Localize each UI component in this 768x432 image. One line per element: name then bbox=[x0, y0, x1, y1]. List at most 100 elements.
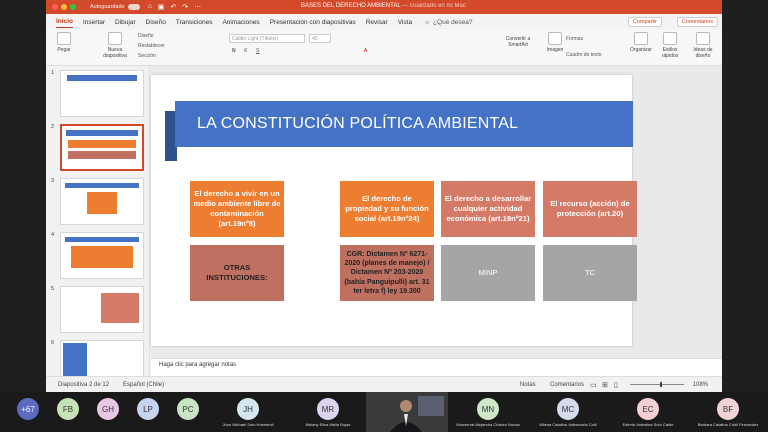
home-icon[interactable]: ⌂ bbox=[148, 3, 152, 11]
notes-field[interactable]: Haga clic para agregar notas bbox=[151, 358, 722, 376]
convert-smartart-button[interactable]: Convertir a SmartArt bbox=[496, 36, 540, 48]
autosave-toggle[interactable]: Autoguardado bbox=[90, 4, 140, 10]
lightbulb-icon: ☼ bbox=[424, 18, 431, 26]
reset-button[interactable]: Restablecer bbox=[138, 43, 165, 49]
tab-vista[interactable]: Vista bbox=[398, 17, 412, 28]
minp-box[interactable]: MINP bbox=[441, 245, 535, 301]
language[interactable]: Español (Chile) bbox=[123, 382, 164, 388]
design-ideas-button[interactable]: Ideas de diseño bbox=[688, 32, 718, 59]
slide-thumbnail-2[interactable] bbox=[60, 124, 144, 171]
comments-toggle[interactable]: Comentarios bbox=[550, 382, 584, 388]
clipboard-icon bbox=[57, 32, 71, 45]
save-icon[interactable]: ▣ bbox=[158, 3, 165, 11]
font-name-select[interactable]: Calibri Light (Títulos) bbox=[229, 34, 305, 43]
design-ideas-icon bbox=[696, 32, 710, 45]
arrange-button[interactable]: Organizar bbox=[628, 32, 654, 53]
text-box-button[interactable]: Cuadro de texto bbox=[566, 52, 602, 58]
other-institutions-label[interactable]: OTRAS INSTITUCIONES: bbox=[190, 245, 284, 301]
avatar: EC bbox=[637, 398, 659, 420]
document-title: BASES DEL DERECHO AMBIENTAL — Guardado e… bbox=[301, 3, 466, 9]
arrange-label: Organizar bbox=[630, 47, 652, 53]
thumb-number: 1 bbox=[51, 70, 55, 76]
participant-tile[interactable]: JH Jhon Michael Soto Huenteuil bbox=[208, 392, 288, 432]
slide-thumbnail-1[interactable] bbox=[60, 70, 144, 117]
new-slide-button[interactable]: Nueva diapositiva bbox=[98, 32, 132, 59]
tab-dibujar[interactable]: Dibujar bbox=[115, 17, 136, 28]
document-name: BASES DEL DERECHO AMBIENTAL bbox=[301, 3, 401, 9]
slide-thumbnail-5[interactable] bbox=[60, 286, 144, 333]
quick-styles-button[interactable]: Estilos rápidos bbox=[656, 32, 684, 59]
bold-icon[interactable]: N bbox=[232, 48, 236, 54]
participant-tile[interactable]: BF Bárbara Catalina Cohil Fernández bbox=[688, 392, 768, 432]
shapes-button[interactable]: Formas bbox=[566, 36, 583, 42]
ribbon-toolbar: Pegar Nueva diapositiva Diseño Restablec… bbox=[46, 30, 722, 66]
image-button[interactable]: Imagen bbox=[544, 32, 566, 53]
avatar: JH bbox=[237, 398, 259, 420]
slide[interactable]: LA CONSTITUCIÓN POLÍTICA AMBIENTAL El de… bbox=[151, 75, 637, 346]
slide-thumbnail-4[interactable] bbox=[60, 232, 144, 279]
participant-tile[interactable]: MR Melany Elisa Melia Rojas bbox=[288, 392, 368, 432]
cgr-dictamen-box[interactable]: CGR: Dictamen Nº 6271-2020 (planes de ma… bbox=[340, 245, 434, 301]
maximize-window-button[interactable] bbox=[70, 4, 76, 10]
arrange-icon bbox=[634, 32, 648, 45]
zoom-level[interactable]: 108% bbox=[693, 382, 708, 388]
tab-animaciones[interactable]: Animaciones bbox=[222, 17, 259, 28]
comments-button[interactable]: Comentarios bbox=[676, 17, 718, 27]
convert-smartart-label: Convertir a SmartArt bbox=[505, 36, 531, 48]
avatar: PC bbox=[177, 398, 199, 420]
avatar: MC bbox=[557, 398, 579, 420]
person-video-icon bbox=[366, 392, 448, 432]
avatar: BF bbox=[717, 398, 739, 420]
participant-tile[interactable]: MC Milena Catalina Valenzuela Colil bbox=[528, 392, 608, 432]
minimize-window-button[interactable] bbox=[61, 4, 67, 10]
undo-icon[interactable]: ↶ bbox=[170, 3, 176, 11]
image-label: Imagen bbox=[546, 47, 564, 53]
share-button[interactable]: Compartir bbox=[627, 17, 662, 27]
tc-box[interactable]: TC bbox=[543, 245, 637, 301]
slide-thumbnail-3[interactable] bbox=[60, 178, 144, 225]
right-box-economic[interactable]: El derecho a desarrollar cualquier activ… bbox=[441, 181, 535, 237]
section-button[interactable]: Sección bbox=[138, 53, 156, 59]
zoom-handle[interactable] bbox=[660, 382, 662, 387]
right-box-environment[interactable]: El derecho a vivir en un medio ambiente … bbox=[190, 181, 284, 237]
layout-button[interactable]: Diseño bbox=[138, 33, 154, 39]
right-box-property[interactable]: El derecho de propiedad y su función soc… bbox=[340, 181, 434, 237]
tab-inicio[interactable]: Inicio bbox=[56, 16, 73, 28]
tab-transiciones[interactable]: Transiciones bbox=[176, 17, 213, 28]
participant-tile[interactable]: EC Estrela Valentina Soto Caldo bbox=[608, 392, 688, 432]
underline-icon[interactable]: S bbox=[256, 48, 259, 54]
right-box-protection[interactable]: El recurso (acción) de protección (art.2… bbox=[543, 181, 637, 237]
italic-icon[interactable]: K bbox=[244, 48, 247, 54]
tab-revisar[interactable]: Revisar bbox=[366, 17, 388, 28]
quick-styles-icon bbox=[663, 32, 677, 45]
tell-me-search[interactable]: ☼ ¿Qué desea? bbox=[424, 19, 472, 26]
participant-tile[interactable]: MN Monserrat Alejandra Chávez Novoa bbox=[448, 392, 528, 432]
search-label: ¿Qué desea? bbox=[433, 18, 473, 26]
more-icon[interactable]: ⋯ bbox=[194, 3, 201, 11]
tab-presentacion[interactable]: Presentación con diapositivas bbox=[270, 17, 356, 28]
notes-toggle[interactable]: Notas bbox=[520, 382, 536, 388]
speaker-video[interactable] bbox=[366, 392, 448, 432]
thumb-number: 5 bbox=[51, 286, 55, 292]
avatar: MR bbox=[317, 398, 339, 420]
quick-styles-label: Estilos rápidos bbox=[661, 47, 679, 59]
close-window-button[interactable] bbox=[52, 4, 58, 10]
slide-count: Diapositiva 2 de 12 bbox=[58, 381, 110, 388]
sorter-view-icon[interactable]: ⊞ bbox=[602, 381, 608, 389]
tab-diseno[interactable]: Diseño bbox=[146, 17, 166, 28]
participant-name: Melany Elisa Melia Rojas bbox=[305, 422, 351, 427]
autosave-label: Autoguardado bbox=[90, 4, 125, 10]
font-size-select[interactable]: 40 bbox=[309, 34, 331, 43]
font-color-icon[interactable]: A bbox=[364, 48, 367, 54]
reading-view-icon[interactable]: ▯ bbox=[614, 381, 618, 389]
zoom-slider[interactable] bbox=[630, 384, 684, 385]
slide-thumbnail-6[interactable] bbox=[60, 340, 144, 376]
toggle-switch-icon bbox=[127, 4, 140, 10]
participant-name: Estrela Valentina Soto Caldo bbox=[622, 422, 674, 427]
redo-icon[interactable]: ↷ bbox=[182, 3, 188, 11]
participant-name: Milena Catalina Valenzuela Colil bbox=[539, 422, 597, 427]
tab-insertar[interactable]: Insertar bbox=[83, 17, 105, 28]
paste-button[interactable]: Pegar bbox=[52, 32, 76, 53]
slide-title[interactable]: LA CONSTITUCIÓN POLÍTICA AMBIENTAL bbox=[175, 101, 633, 147]
normal-view-icon[interactable]: ▭ bbox=[590, 381, 597, 389]
